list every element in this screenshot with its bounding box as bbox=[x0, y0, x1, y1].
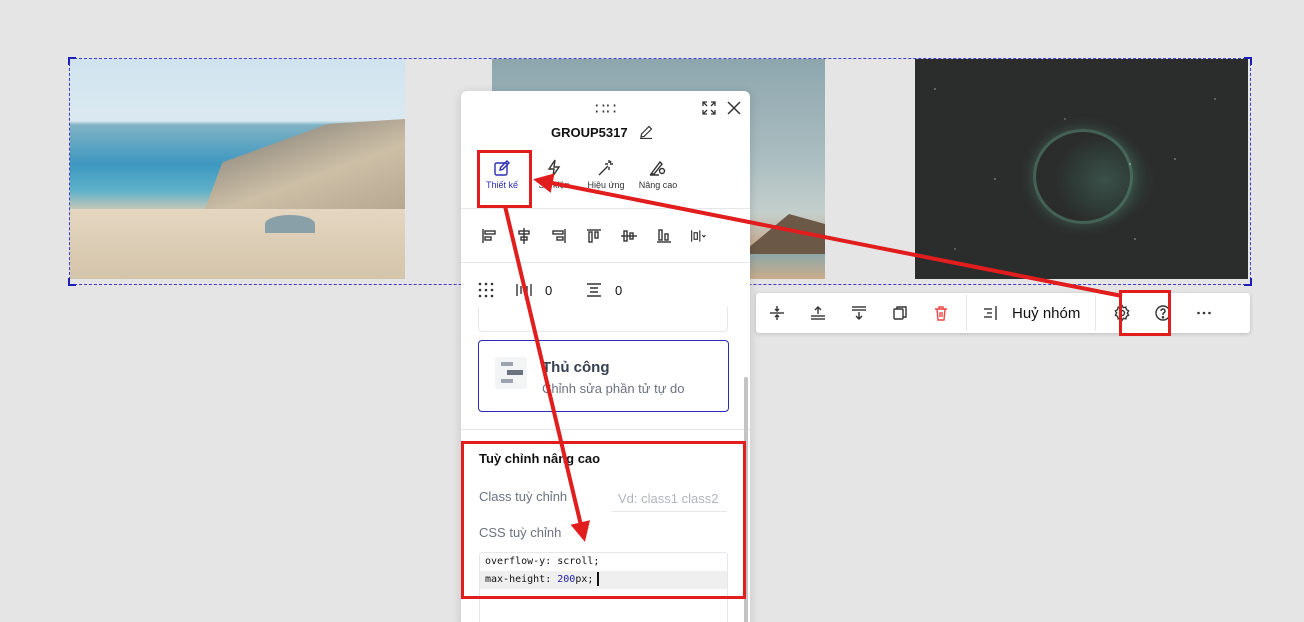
settings-button[interactable] bbox=[1101, 293, 1142, 333]
class-label: Class tuỳ chỉnh bbox=[479, 489, 568, 504]
drag-handle-icon[interactable]: ∷∷ bbox=[595, 99, 617, 119]
beach-photo[interactable] bbox=[70, 59, 405, 279]
ungroup-icon bbox=[984, 306, 997, 320]
tab-label: Thiết kế bbox=[485, 180, 518, 190]
layout-option-cutoff[interactable] bbox=[478, 307, 728, 332]
tab-design[interactable]: Thiết kế bbox=[478, 159, 526, 199]
align-bottom-icon bbox=[657, 229, 671, 243]
more-button[interactable] bbox=[1183, 293, 1224, 333]
gear-pencil-icon bbox=[649, 160, 666, 176]
align-vertical-center-button[interactable] bbox=[756, 293, 797, 333]
manual-layout-icon bbox=[495, 357, 527, 389]
panel-tabs: Thiết kế Sự kiện Hiệu ứng Nâng cao bbox=[478, 159, 682, 199]
divider bbox=[461, 429, 750, 430]
delete-button[interactable] bbox=[920, 293, 961, 333]
toolbar-separator bbox=[966, 295, 967, 331]
design-panel: ∷∷ GROUP5317 Thiết kế Sự kiện Hiệu ứng N… bbox=[461, 91, 750, 622]
edit-title-icon[interactable] bbox=[639, 125, 653, 139]
tab-label: Sự kiện bbox=[538, 180, 570, 190]
divider bbox=[461, 262, 750, 263]
space-nebula-photo[interactable] bbox=[915, 59, 1248, 279]
tab-advanced[interactable]: Nâng cao bbox=[634, 159, 682, 199]
editor-canvas: Huỷ nhóm ∷∷ GROUP5317 Thiết kế Sự kiện H… bbox=[0, 0, 1304, 622]
tab-label: Nâng cao bbox=[638, 180, 678, 190]
align-bottom-button[interactable] bbox=[838, 293, 879, 333]
align-top-icon bbox=[587, 229, 601, 243]
align-vertical-center-icon bbox=[769, 306, 784, 320]
align-bottom-button[interactable] bbox=[649, 224, 679, 248]
ungroup-button[interactable]: Huỷ nhóm bbox=[1008, 305, 1090, 322]
horizontal-spacing-icon bbox=[516, 284, 532, 296]
tab-effects[interactable]: Hiệu ứng bbox=[582, 159, 630, 199]
more-icon bbox=[1197, 311, 1211, 315]
duplicate-icon bbox=[892, 306, 907, 320]
vertical-spacing-value[interactable]: 0 bbox=[603, 283, 643, 298]
grid-icon[interactable] bbox=[477, 281, 495, 299]
align-left-icon bbox=[482, 229, 496, 243]
sand-shape bbox=[70, 209, 405, 279]
selection-corner[interactable] bbox=[1244, 278, 1252, 286]
custom-css-editor[interactable]: overflow-y: scroll; max-height: 200px; bbox=[479, 552, 728, 622]
help-icon bbox=[1155, 305, 1171, 321]
panel-title: GROUP5317 bbox=[551, 125, 628, 140]
align-middle-button[interactable] bbox=[614, 224, 644, 248]
align-top-icon bbox=[810, 306, 825, 320]
alignment-toolbar bbox=[474, 224, 714, 248]
distribute-icon bbox=[691, 230, 706, 242]
align-top-button[interactable] bbox=[797, 293, 838, 333]
text-caret bbox=[597, 572, 600, 586]
horizontal-spacing-value[interactable]: 0 bbox=[533, 283, 573, 298]
expand-icon[interactable] bbox=[702, 101, 716, 115]
close-icon[interactable] bbox=[726, 100, 742, 116]
css-line-1: overflow-y: scroll; bbox=[485, 556, 600, 567]
rocks-shape bbox=[205, 119, 405, 209]
help-button[interactable] bbox=[1142, 293, 1183, 333]
css-label: CSS tuỳ chỉnh bbox=[479, 525, 562, 540]
toolbar-separator bbox=[1095, 295, 1097, 331]
align-middle-icon bbox=[621, 230, 637, 242]
css-line-2: max-height: 200px; bbox=[480, 571, 727, 589]
magic-wand-icon bbox=[598, 160, 613, 176]
divider bbox=[461, 208, 750, 209]
distribute-dropdown-button[interactable] bbox=[684, 224, 714, 248]
manual-option-title: Thủ công bbox=[542, 359, 610, 376]
selection-corner[interactable] bbox=[68, 278, 76, 286]
css-line-2-prop: max-height: bbox=[485, 574, 558, 585]
css-line-2-unit: px; bbox=[575, 574, 594, 585]
custom-class-input[interactable] bbox=[612, 486, 727, 512]
layout-option-manual[interactable]: Thủ công Chỉnh sửa phần tử tự do bbox=[478, 340, 729, 412]
lightning-icon bbox=[547, 159, 561, 177]
trash-icon bbox=[934, 306, 947, 321]
gear-icon bbox=[1114, 304, 1130, 322]
nebula-shape bbox=[1033, 129, 1133, 224]
manual-option-description: Chỉnh sửa phần tử tự do bbox=[542, 381, 685, 396]
tab-label: Hiệu ứng bbox=[587, 180, 625, 190]
align-top-button[interactable] bbox=[579, 224, 609, 248]
align-right-icon bbox=[552, 229, 566, 243]
vertical-spacing-icon bbox=[587, 283, 601, 297]
tab-events[interactable]: Sự kiện bbox=[530, 159, 578, 199]
css-line-2-number: 200 bbox=[557, 574, 576, 585]
align-left-button[interactable] bbox=[474, 224, 504, 248]
panel-scrollbar[interactable] bbox=[744, 377, 748, 622]
align-bottom-icon bbox=[851, 306, 866, 320]
pencil-icon bbox=[494, 160, 510, 176]
align-center-horizontal-icon bbox=[518, 228, 530, 244]
align-right-button[interactable] bbox=[544, 224, 574, 248]
ungroup-icon-button[interactable] bbox=[972, 293, 1008, 333]
advanced-section-title: Tuỳ chỉnh nâng cao bbox=[479, 451, 601, 466]
duplicate-button[interactable] bbox=[879, 293, 920, 333]
align-center-h-button[interactable] bbox=[509, 224, 539, 248]
umbrella-shape bbox=[265, 215, 315, 233]
spacing-row: 0 0 bbox=[477, 281, 643, 299]
element-toolbar: Huỷ nhóm bbox=[756, 293, 1250, 333]
